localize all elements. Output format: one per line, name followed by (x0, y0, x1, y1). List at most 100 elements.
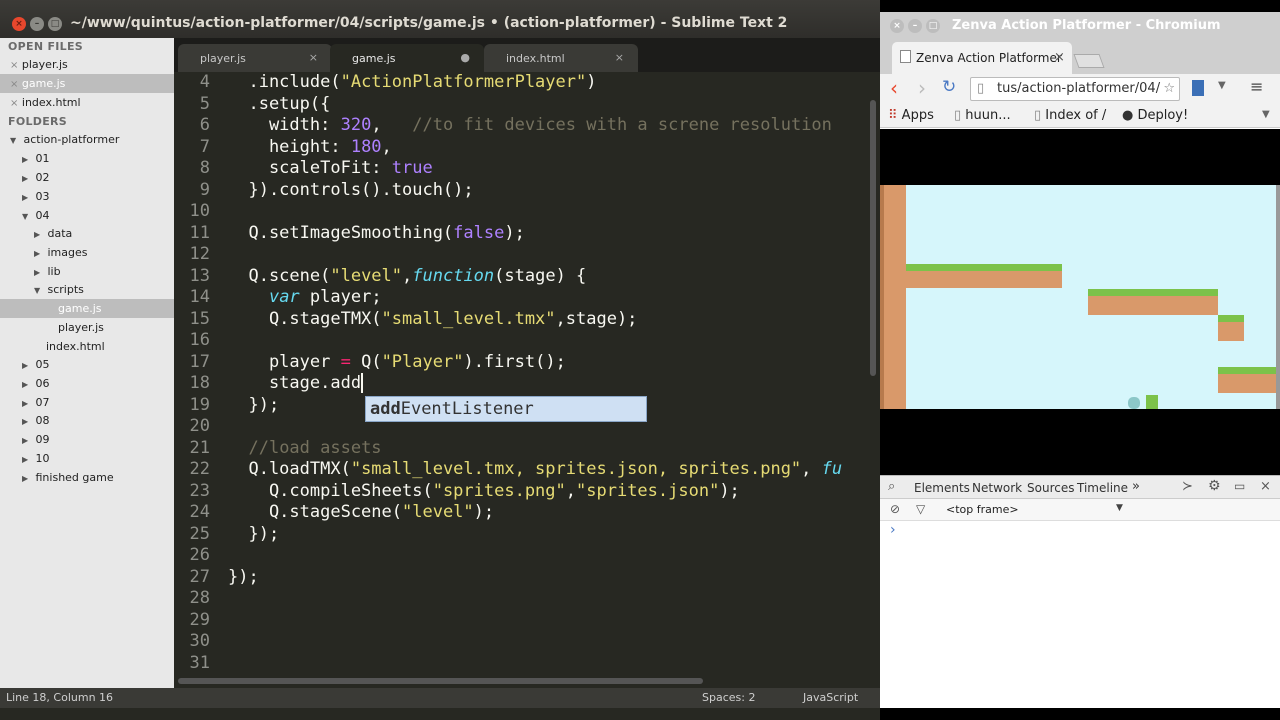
folder-02[interactable]: ▶ 02 (22, 168, 50, 187)
page-info-icon: ▯ (977, 81, 985, 96)
maximize-window-icon[interactable]: □ (48, 17, 62, 31)
horizontal-scrollbar[interactable] (178, 678, 703, 684)
open-file-index[interactable]: × index.html (10, 93, 81, 112)
line-number: 21 (189, 437, 210, 458)
back-icon[interactable]: ‹ (890, 76, 898, 100)
close-window-icon[interactable]: × (890, 19, 904, 33)
folder-05[interactable]: ▶ 05 (22, 355, 50, 374)
menu-icon[interactable]: ≡ (1250, 77, 1263, 96)
file-player-js[interactable]: player.js (58, 318, 104, 337)
indentation-setting[interactable]: Spaces: 2 (702, 688, 755, 708)
bookmark-deploy[interactable]: ● Deploy! (1122, 108, 1188, 123)
close-tab-icon[interactable]: × (1054, 50, 1065, 65)
minimize-window-icon[interactable]: – (30, 17, 44, 31)
tab-player-js[interactable]: player.js × (178, 44, 332, 72)
code-editor[interactable]: 4 5 6 7 8 9 10 11 12 13 14 15 16 17 18 19 20 21 22 23 24 25 26… (174, 72, 874, 676)
page-icon (900, 50, 911, 63)
folder-scripts[interactable]: ▼ scripts (34, 280, 84, 299)
line-number: 25 (189, 523, 210, 544)
folder-finished-game[interactable]: ▶ finished game (22, 468, 114, 487)
browser-toolbar: ‹ › ↻ ▯ tus/action-platformer/04/ ☆ ▼ ≡ (880, 74, 1280, 104)
collapsed-arrow-icon: ▶ (22, 193, 29, 202)
folder-images[interactable]: ▶ images (34, 243, 88, 262)
file-game-js[interactable]: game.js (58, 299, 102, 318)
close-tab-icon[interactable]: × (615, 51, 624, 64)
filter-icon[interactable]: ▽ (916, 502, 925, 516)
deploy-icon: ● (1122, 108, 1134, 123)
minimize-window-icon[interactable]: – (908, 19, 922, 33)
devtools-tab-sources[interactable]: Sources (1027, 481, 1074, 495)
line-number: 20 (189, 416, 210, 436)
open-file-player[interactable]: × player.js (10, 55, 68, 74)
folder-03[interactable]: ▶ 03 (22, 187, 50, 206)
frame-dropdown-icon[interactable]: ▼ (1116, 503, 1123, 513)
new-tab-button[interactable] (1073, 54, 1105, 68)
folder-09[interactable]: ▶ 09 (22, 430, 50, 449)
collapsed-arrow-icon: ▶ (22, 455, 29, 464)
folder-06[interactable]: ▶ 06 (22, 374, 50, 393)
devtools-tab-elements[interactable]: Elements (914, 481, 970, 495)
more-tabs-icon[interactable]: » (1132, 479, 1140, 494)
devtools-tab-network[interactable]: Network (972, 481, 1022, 495)
maximize-window-icon[interactable]: □ (926, 19, 940, 33)
vertical-scrollbar[interactable] (870, 100, 876, 376)
gear-icon[interactable]: ⚙ (1208, 478, 1221, 494)
file-index-html[interactable]: index.html (46, 337, 105, 356)
close-window-icon[interactable]: × (12, 17, 26, 31)
dock-icon[interactable]: ▭ (1234, 479, 1245, 493)
browser-tab-strip: Zenva Action Platformer × (880, 40, 1280, 74)
extension-icon[interactable] (1192, 80, 1204, 96)
unsaved-dot-icon[interactable]: ● (460, 51, 470, 64)
browser-tab[interactable]: Zenva Action Platformer × (892, 42, 1072, 74)
code-line: Q.compileSheets("sprites.png","sprites.j… (228, 480, 740, 501)
game-canvas[interactable] (880, 129, 1280, 483)
tab-index-html[interactable]: index.html × (484, 44, 638, 72)
clear-console-icon[interactable]: ⊘ (890, 502, 900, 516)
code-line: height: 180, (228, 136, 392, 157)
line-number: 26 (189, 545, 210, 565)
extension-menu-icon[interactable]: ▼ (1218, 80, 1226, 91)
collapsed-arrow-icon: ▶ (22, 174, 29, 183)
folder-lib[interactable]: ▶ lib (34, 262, 61, 281)
code-line: var player; (268, 287, 382, 307)
line-number: 6 (199, 115, 210, 135)
status-bar: Line 18, Column 16 Spaces: 2 JavaScript (0, 688, 880, 708)
folder-07[interactable]: ▶ 07 (22, 393, 50, 412)
devtools-tab-timeline[interactable]: Timeline (1077, 481, 1128, 495)
code-line: .include("ActionPlatformerPlayer") (228, 72, 597, 92)
folder-root[interactable]: ▼ action-platformer (10, 130, 119, 149)
code-line: }); (228, 523, 280, 544)
bookmarks-overflow-icon[interactable]: ▼ (1262, 109, 1270, 120)
code-line-current: stage.add (228, 373, 364, 393)
code-line: }); (228, 394, 280, 415)
window-title: ~/www/quintus/action-platformer/04/scrip… (70, 15, 788, 31)
open-file-game[interactable]: × game.js (10, 74, 65, 93)
code-line: width: 320, //to fit devices with a scre… (228, 115, 832, 135)
folder-08[interactable]: ▶ 08 (22, 411, 50, 430)
inspect-icon[interactable]: ⌕ (888, 479, 895, 494)
syntax-setting[interactable]: JavaScript (803, 688, 858, 708)
close-devtools-icon[interactable]: × (1260, 479, 1271, 494)
bookmark-apps[interactable]: ⠿ Apps (888, 108, 934, 123)
folder-04[interactable]: ▼ 04 (22, 206, 50, 225)
console-drawer-icon[interactable]: ≻ (1182, 479, 1193, 494)
folder-01[interactable]: ▶ 01 (22, 149, 50, 168)
line-number: 10 (189, 201, 210, 221)
forward-icon[interactable]: › (918, 76, 926, 100)
line-number: 28 (189, 588, 210, 608)
folder-data[interactable]: ▶ data (34, 224, 72, 243)
bookmark-star-icon[interactable]: ☆ (1163, 78, 1175, 100)
line-number: 23 (189, 480, 210, 501)
frame-select[interactable]: <top frame> (946, 503, 1019, 516)
close-tab-icon[interactable]: × (309, 51, 318, 64)
bookmark-index[interactable]: ▯ Index of / (1034, 108, 1106, 123)
reload-icon[interactable]: ↻ (942, 77, 956, 97)
folder-10[interactable]: ▶ 10 (22, 449, 50, 468)
console-prompt[interactable]: › (890, 522, 896, 538)
tab-game-js[interactable]: game.js ● (330, 44, 484, 72)
bookmark-huun[interactable]: ▯ huun... (954, 108, 1011, 123)
collapsed-arrow-icon: ▶ (34, 249, 41, 258)
autocomplete-popup[interactable]: addEventListener (365, 396, 647, 422)
code-line: Q.scene("level",function(stage) { (228, 265, 587, 286)
address-bar[interactable]: ▯ tus/action-platformer/04/ ☆ (970, 77, 1180, 101)
